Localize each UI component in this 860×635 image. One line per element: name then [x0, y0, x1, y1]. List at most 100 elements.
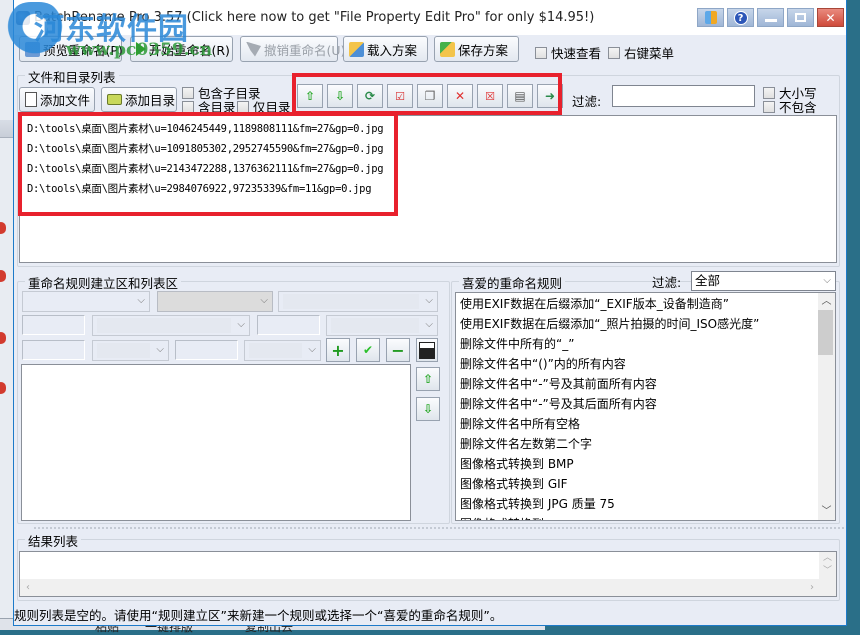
- rule-param-field[interactable]: [22, 340, 85, 360]
- select-inner: [97, 343, 150, 358]
- file-filter-label: 过滤:: [572, 94, 602, 109]
- file-icon: [25, 92, 37, 107]
- refresh-button[interactable]: ⟳: [357, 84, 383, 108]
- delete-button[interactable]: ✕: [447, 84, 473, 108]
- add-rule-button[interactable]: +: [326, 338, 350, 362]
- rule-param-field[interactable]: [175, 340, 238, 360]
- rule-option-select[interactable]: ⌵: [278, 291, 438, 312]
- dirs-only-checkbox[interactable]: 仅目录: [237, 97, 291, 116]
- results-hscrollbar[interactable]: ‹ ›: [20, 579, 836, 596]
- scroll-up-icon[interactable]: ︿: [818, 293, 835, 310]
- remove-rule-button[interactable]: −: [386, 338, 410, 362]
- rule-action-select[interactable]: ⌵: [157, 291, 273, 312]
- add-file-button[interactable]: 添加文件: [19, 87, 95, 112]
- file-list-item[interactable]: D:\tools\桌面\图片素材\u=1091805302,2952745590…: [20, 139, 836, 159]
- exclude-label: 不包含: [779, 100, 817, 115]
- add-folder-button[interactable]: 添加目录: [101, 87, 177, 112]
- paste-button[interactable]: ▤: [507, 84, 533, 108]
- floppy-disk-icon: [419, 341, 435, 359]
- favorite-rule-item[interactable]: 删除文件名左数第二个字: [456, 434, 835, 454]
- checkbox-box[interactable]: [237, 100, 249, 113]
- folder-icon: [107, 94, 122, 105]
- files-group-title: 文件和目录列表: [25, 67, 119, 86]
- scroll-down-icon[interactable]: ﹀: [818, 503, 835, 520]
- rule-param-select[interactable]: ⌵: [244, 340, 321, 361]
- title-bar[interactable]: BatchRename Pro 3.57 (Click here now to …: [14, 0, 846, 35]
- file-list[interactable]: D:\tools\桌面\图片素材\u=1046245449,1189808111…: [19, 115, 837, 263]
- export-button[interactable]: ➜: [537, 84, 563, 108]
- favorite-rule-item[interactable]: 删除文件中所有的“_”: [456, 334, 835, 354]
- favorite-rule-item[interactable]: 使用EXIF数据在后缀添加“_EXIF版本_设备制造商”: [456, 294, 835, 314]
- minus-icon: −: [391, 340, 405, 360]
- help-icon: ?: [733, 10, 748, 25]
- checkbox-box[interactable]: [608, 46, 620, 59]
- check-icon: ✔: [362, 343, 374, 357]
- rule-param-select[interactable]: ⌵: [326, 315, 438, 336]
- rule-list[interactable]: [21, 364, 411, 521]
- checkbox-box[interactable]: [535, 46, 547, 59]
- rule-move-up-button[interactable]: ⇧: [416, 367, 440, 391]
- favorites-filter-select[interactable]: 全部 ⌵: [691, 271, 836, 291]
- favorite-rule-item[interactable]: 图像格式转换到 BMP: [456, 454, 835, 474]
- include-dirs-checkbox[interactable]: 含目录: [182, 97, 236, 116]
- undo-rename-button[interactable]: 撤销重命名(U): [240, 36, 345, 62]
- apply-rule-button[interactable]: ✔: [356, 338, 380, 362]
- chevron-down-icon: ⌵: [156, 344, 164, 355]
- favorite-rule-item[interactable]: 图像格式转换到...: [456, 514, 835, 520]
- window-title[interactable]: BatchRename Pro 3.57 (Click here now to …: [34, 10, 594, 25]
- favorite-rule-item[interactable]: 删除文件名中所有空格: [456, 414, 835, 434]
- background-window-edge: [0, 0, 14, 630]
- favorites-filter-value: 全部: [695, 273, 721, 288]
- minimize-button[interactable]: [757, 8, 784, 27]
- context-menu-checkbox[interactable]: 右键菜单: [608, 43, 674, 62]
- favorite-rule-item[interactable]: 图像格式转换到 GIF: [456, 474, 835, 494]
- maximize-button[interactable]: [787, 8, 814, 27]
- rule-param-field[interactable]: [257, 315, 320, 335]
- results-vscrollbar[interactable]: ︿ ﹀: [819, 552, 836, 580]
- error-badge-icon: [0, 270, 6, 282]
- favorite-rule-item[interactable]: 图像格式转换到 JPG 质量 75: [456, 494, 835, 514]
- scrollbar-thumb[interactable]: [818, 310, 833, 355]
- rule-param-select[interactable]: ⌵: [92, 340, 169, 361]
- favorites-list[interactable]: 使用EXIF数据在后缀添加“_EXIF版本_设备制造商” 使用EXIF数据在后缀…: [455, 292, 836, 521]
- splitter[interactable]: [34, 527, 844, 529]
- quick-view-checkbox[interactable]: 快速查看: [535, 43, 601, 62]
- rule-type-select[interactable]: ⌵: [22, 291, 150, 312]
- file-filter-input[interactable]: [612, 85, 755, 107]
- favorite-rule-item[interactable]: 删除文件名中“()”内的所有内容: [456, 354, 835, 374]
- register-button[interactable]: [697, 8, 724, 27]
- start-rename-button[interactable]: 开始重命名(R): [130, 36, 233, 62]
- favorites-scrollbar[interactable]: ︿ ﹀: [818, 293, 835, 520]
- file-list-item[interactable]: D:\tools\桌面\图片素材\u=2143472288,1376362111…: [20, 159, 836, 179]
- plus-icon: +: [331, 340, 345, 360]
- help-button[interactable]: ?: [727, 8, 754, 27]
- rule-param-select[interactable]: ⌵: [92, 315, 250, 336]
- save-scheme-button[interactable]: 保存方案: [434, 36, 519, 62]
- scroll-left-icon[interactable]: ‹: [26, 579, 30, 596]
- rule-move-down-button[interactable]: ⇩: [416, 397, 440, 421]
- add-file-label: 添加文件: [40, 93, 91, 108]
- chevron-down-icon: ⌵: [237, 319, 245, 330]
- checkbox-box[interactable]: [763, 100, 775, 113]
- favorite-rule-item[interactable]: 删除文件名中“-”号及其后面所有内容: [456, 394, 835, 414]
- select-inner: [331, 318, 419, 333]
- include-dirs-label: 含目录: [198, 100, 236, 115]
- file-list-item[interactable]: D:\tools\桌面\图片素材\u=1046245449,1189808111…: [20, 119, 836, 139]
- file-list-item[interactable]: D:\tools\桌面\图片素材\u=2984076922,97235339&f…: [20, 179, 836, 199]
- remove-selected-button[interactable]: ☒: [477, 84, 503, 108]
- start-rename-label: 开始重命名(R): [149, 42, 230, 58]
- results-list[interactable]: ︿ ﹀ ‹ ›: [19, 551, 837, 597]
- rule-param-field[interactable]: [22, 315, 85, 335]
- move-down-button[interactable]: ⇩: [327, 84, 353, 108]
- check-button[interactable]: ☑: [387, 84, 413, 108]
- save-rule-button[interactable]: [416, 338, 438, 362]
- load-scheme-button[interactable]: 载入方案: [343, 36, 428, 62]
- favorite-rule-item[interactable]: 删除文件名中“-”号及其前面所有内容: [456, 374, 835, 394]
- favorite-rule-item[interactable]: 使用EXIF数据在后缀添加“_照片拍摄的时间_ISO感光度”: [456, 314, 835, 334]
- exclude-checkbox[interactable]: 不包含: [763, 97, 817, 116]
- scroll-right-icon[interactable]: ›: [810, 579, 814, 596]
- close-button[interactable]: ✕: [817, 8, 844, 27]
- move-up-button[interactable]: ⇧: [297, 84, 323, 108]
- copy-button[interactable]: ❐: [417, 84, 443, 108]
- checkbox-box[interactable]: [182, 100, 194, 113]
